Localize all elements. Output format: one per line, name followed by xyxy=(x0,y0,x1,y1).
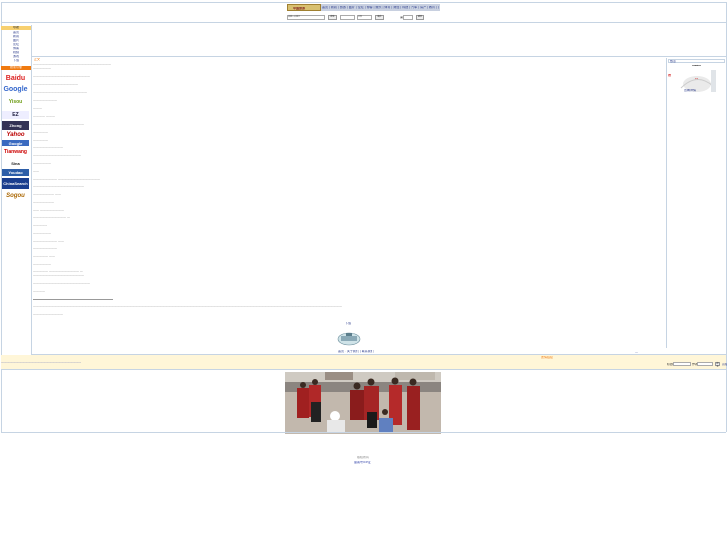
links-bar-label: 友情链接 xyxy=(541,356,554,359)
top-nav-links[interactable]: 首页 | 新闻 | 旅游 | 图片 | 论坛 | 博客 | 娱乐 | 体育 | … xyxy=(322,6,439,9)
search-row-advanced[interactable]: 高级 xyxy=(722,363,727,366)
youdao-logo[interactable]: Youdao xyxy=(2,169,29,176)
article-line: ————————————————— xyxy=(33,274,84,277)
article-line: ————— xyxy=(33,224,47,227)
article-line: ——————— —— xyxy=(33,193,61,196)
article-line: ———————— xyxy=(33,247,57,250)
article-line: —————————————————— xyxy=(33,91,87,94)
keyword-input[interactable] xyxy=(340,15,355,20)
article-line: ———— xyxy=(33,290,45,293)
search-row-button[interactable]: 搜索 xyxy=(715,362,720,368)
right-panel: 热点 更多 推荐 ** 查看详情 xyxy=(666,58,726,348)
sidebar-item[interactable]: 首页 xyxy=(13,31,19,34)
tianwang-logo[interactable]: Tianwang xyxy=(2,147,29,157)
ez-logo[interactable]: EZ xyxy=(2,111,29,119)
article-line: ——— xyxy=(33,107,42,110)
zhong-logo[interactable]: Zhong xyxy=(2,121,29,130)
article-line: —————————— xyxy=(33,146,63,149)
sogou-logo[interactable]: Sogou xyxy=(2,191,29,201)
article-tail-line: —————————— xyxy=(33,313,63,316)
article-line: —————— xyxy=(33,67,51,70)
sidebar-item[interactable]: 论坛 xyxy=(13,43,19,46)
article-line: —— xyxy=(33,170,39,173)
chinasearch-logo[interactable]: ChinaSearch xyxy=(2,178,29,189)
right-panel-caption[interactable]: 查看详情 xyxy=(684,89,696,92)
article-line: ———————— —— xyxy=(33,240,64,243)
article-line: ——————————————— xyxy=(33,83,78,86)
links-bar-links[interactable]: ———————————————————————————————— xyxy=(1,361,81,364)
content-tag: 正文 xyxy=(34,58,41,61)
links-bar: 友情链接 ———————————————————————————————— — xyxy=(1,351,726,370)
page-input[interactable] xyxy=(403,15,413,20)
search-row-author-input[interactable] xyxy=(697,362,713,366)
article-line: ——————————— — xyxy=(33,216,70,219)
article-line: —— ———————— xyxy=(33,209,64,212)
article-line: ——————————————————— xyxy=(33,282,90,285)
svg-text:**: ** xyxy=(695,77,699,81)
content-footer-links[interactable]: 首页 · 关于我们 | 联系我们 xyxy=(338,350,374,353)
article-line: —————————————————————————— xyxy=(33,63,111,66)
article-line: —————— xyxy=(33,263,51,266)
download-image[interactable] xyxy=(337,330,361,346)
article-line: ———————————————— xyxy=(33,154,81,157)
logo-text: 中国旅游 xyxy=(293,7,306,10)
article-line: ————— xyxy=(33,131,48,134)
article-line: ——————— xyxy=(33,201,54,204)
download-caption: 下载 xyxy=(345,322,352,325)
baidu-logo[interactable]: Baidu xyxy=(2,73,29,83)
article-line: ———————— xyxy=(33,99,57,102)
yahoo-logo[interactable]: Yahoo xyxy=(2,131,29,139)
sidebar-item[interactable]: 新闻 xyxy=(13,35,19,38)
sidebar-item[interactable]: 视频 xyxy=(13,51,19,54)
yisou-logo[interactable]: Yisou xyxy=(2,97,29,107)
site-logo[interactable]: 中国旅游 xyxy=(287,4,321,11)
article-body: —————————————————————————— —————— ——————… xyxy=(33,63,663,323)
article-line: ————— —— xyxy=(33,255,55,258)
google-logo[interactable]: Google xyxy=(2,85,29,94)
article-line: ————————————————— xyxy=(33,185,84,188)
sidebar-item[interactable]: 图片 xyxy=(13,39,19,42)
search-input[interactable]: 请输入关键字 xyxy=(287,15,325,20)
category-select[interactable]: 全部 xyxy=(357,15,372,20)
group-photo[interactable] xyxy=(285,372,441,434)
links-right-text: — xyxy=(635,351,638,354)
article-line: ———— ——— xyxy=(33,115,55,118)
footer-copyright: 版权所有 xyxy=(357,456,370,459)
article-line: ——————————————————— xyxy=(33,75,90,78)
article-line: ———————— —————————————— xyxy=(33,178,100,181)
sidebar-item[interactable]: 下载 xyxy=(13,59,19,62)
sidebar-title: 导航 xyxy=(1,26,31,30)
engines-section-label: 搜索引擎 xyxy=(1,66,31,70)
sidebar-item[interactable]: 游戏 xyxy=(13,55,19,58)
article-long-line: ————————————————————————————————————————… xyxy=(33,305,342,308)
article-line: —————— xyxy=(33,162,51,165)
footer-icp[interactable]: 备案号ICP证 xyxy=(354,461,371,464)
search-button[interactable]: 搜索 xyxy=(328,15,337,20)
article-line: ————— —————————— — xyxy=(33,270,83,273)
article-line: ————————————————— xyxy=(33,123,84,126)
right-panel-title-bar: 热点 xyxy=(668,59,725,63)
article-line: ————— xyxy=(33,139,48,142)
article-line: —————— xyxy=(33,232,51,235)
search-row-title-input[interactable] xyxy=(673,362,691,366)
google-cn-logo[interactable]: Google xyxy=(2,140,29,146)
sidebar-item[interactable]: 博客 xyxy=(13,47,19,50)
top-nav[interactable]: 首页 | 新闻 | 旅游 | 图片 | 论坛 | 博客 | 娱乐 | 体育 | … xyxy=(321,4,440,11)
sina-logo[interactable]: Sina xyxy=(2,159,29,167)
go-button[interactable]: 确定 xyxy=(375,15,384,20)
page-button[interactable]: 跳转 xyxy=(416,15,424,20)
